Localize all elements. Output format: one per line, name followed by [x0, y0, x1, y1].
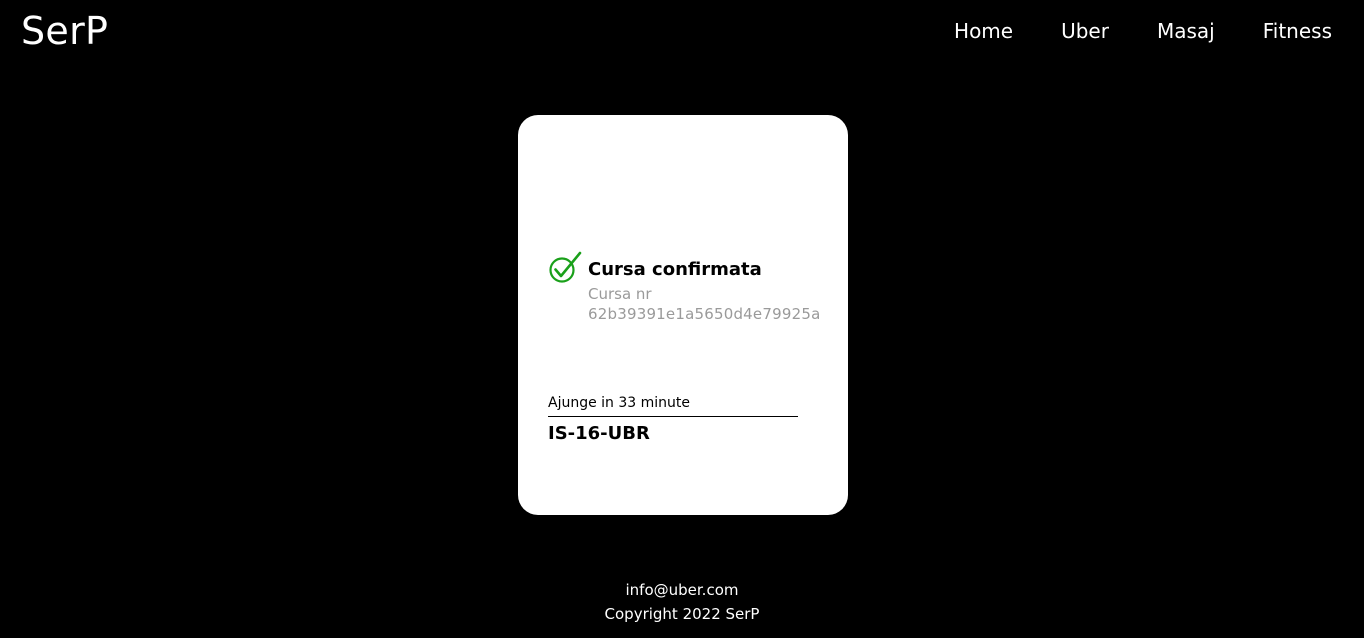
- ride-number-value: 62b39391e1a5650d4e79925a: [588, 305, 821, 323]
- footer: info@uber.com Copyright 2022 SerP: [0, 578, 1364, 626]
- main-nav: Home Uber Masaj Fitness: [906, 18, 1332, 44]
- ride-number-label: Cursa nr: [588, 285, 652, 303]
- arrival-eta: Ajunge in 33 minute: [548, 394, 798, 417]
- page: SerP Home Uber Masaj Fitness Cursa confi…: [0, 0, 1364, 638]
- nav-fitness-link[interactable]: Fitness: [1263, 18, 1332, 44]
- footer-email-link[interactable]: info@uber.com: [626, 581, 739, 599]
- check-circle-icon: [549, 251, 582, 283]
- site-logo[interactable]: SerP: [21, 8, 108, 54]
- nav-uber-link[interactable]: Uber: [1061, 18, 1109, 44]
- nav-masaj-link[interactable]: Masaj: [1157, 18, 1215, 44]
- confirmation-title: Cursa confirmata: [588, 259, 762, 280]
- confirmation-card: Cursa confirmata Cursa nr 62b39391e1a565…: [518, 115, 848, 515]
- footer-copyright: Copyright 2022 SerP: [604, 605, 760, 623]
- nav-home-link[interactable]: Home: [954, 18, 1013, 44]
- license-plate: IS-16-UBR: [548, 423, 650, 444]
